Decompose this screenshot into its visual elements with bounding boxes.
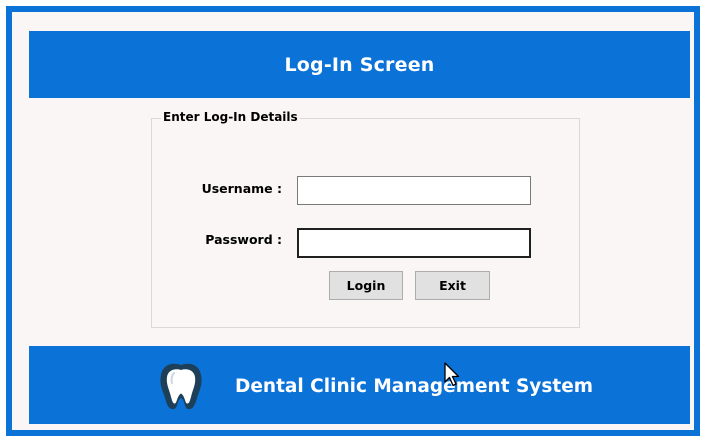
login-window: Log-In Screen Enter Log-In Details Usern… xyxy=(6,6,700,436)
header-banner: Log-In Screen xyxy=(29,31,690,98)
screen-title: Log-In Screen xyxy=(284,53,435,76)
exit-button[interactable]: Exit xyxy=(415,271,490,300)
footer-banner: Dental Clinic Management System xyxy=(29,346,690,424)
username-label: Username : xyxy=(201,181,282,196)
username-input[interactable] xyxy=(297,176,531,205)
group-legend: Enter Log-In Details xyxy=(161,110,300,124)
login-button[interactable]: Login xyxy=(329,271,403,300)
tooth-icon xyxy=(160,363,202,410)
password-label: Password : xyxy=(205,232,282,247)
password-input[interactable] xyxy=(297,228,531,258)
login-details-group: Enter Log-In Details Username : Password… xyxy=(151,110,580,328)
app-title: Dental Clinic Management System xyxy=(235,376,594,397)
